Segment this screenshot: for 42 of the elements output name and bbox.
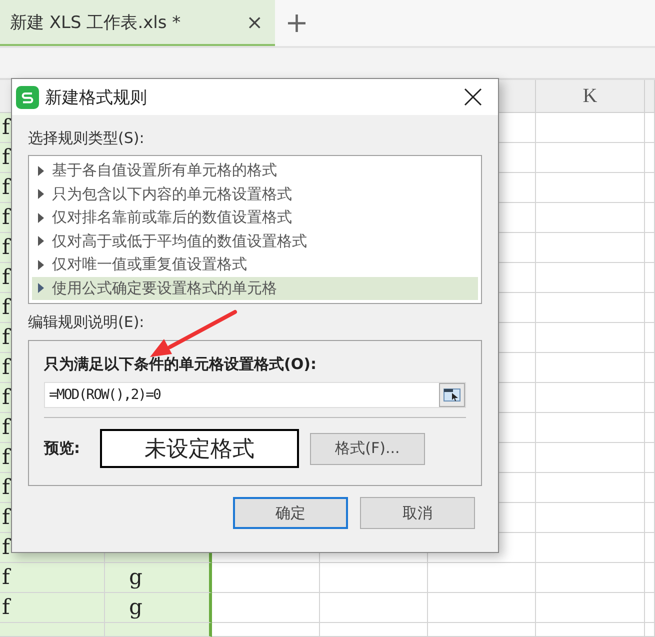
cancel-button[interactable]: 取消 <box>360 497 475 529</box>
range-picker-icon[interactable] <box>439 383 465 407</box>
format-button[interactable]: 格式(F)... <box>310 432 425 464</box>
table-cell <box>645 203 655 233</box>
table-cell: g <box>105 593 212 623</box>
ok-button[interactable]: 确定 <box>233 497 348 529</box>
table-cell <box>645 473 655 503</box>
table-cell <box>645 383 655 413</box>
table-cell <box>645 263 655 293</box>
table-cell <box>645 233 655 263</box>
table-cell: g <box>105 563 212 593</box>
table-cell <box>645 413 655 443</box>
dialog-title: 新建格式规则 <box>45 86 148 108</box>
expand-arrow-icon <box>38 283 44 294</box>
app-logo-icon <box>16 86 39 108</box>
column-header[interactable]: K <box>536 80 645 113</box>
table-cell <box>645 173 655 203</box>
table-cell <box>645 443 655 473</box>
table-cell <box>645 593 655 623</box>
table-cell <box>645 563 655 593</box>
expand-arrow-icon <box>38 189 44 200</box>
expand-arrow-icon <box>38 260 44 270</box>
preview-box: 未设定格式 <box>100 429 299 468</box>
table-cell <box>645 143 655 173</box>
table-cell <box>645 293 655 323</box>
table-cell <box>645 323 655 353</box>
table-cell <box>645 113 655 143</box>
table-cell <box>645 533 655 563</box>
table-cell <box>645 353 655 383</box>
close-tab-button[interactable]: × <box>246 10 263 34</box>
close-icon[interactable] <box>462 86 484 108</box>
file-tab[interactable]: 新建 XLS 工作表.xls * × <box>0 0 275 46</box>
formula-field[interactable]: =MOD(ROW(),2)=0 <box>44 382 466 408</box>
table-cell <box>645 503 655 533</box>
expand-arrow-icon <box>38 236 44 246</box>
table-cell: f <box>0 593 105 623</box>
expand-arrow-icon <box>38 166 44 176</box>
rule-type-item[interactable]: 使用公式确定要设置格式的单元格 <box>32 276 478 300</box>
new-tab-button[interactable]: + <box>285 9 308 37</box>
expand-arrow-icon <box>38 212 44 223</box>
table-cell <box>645 623 655 637</box>
table-cell: f <box>0 563 105 593</box>
